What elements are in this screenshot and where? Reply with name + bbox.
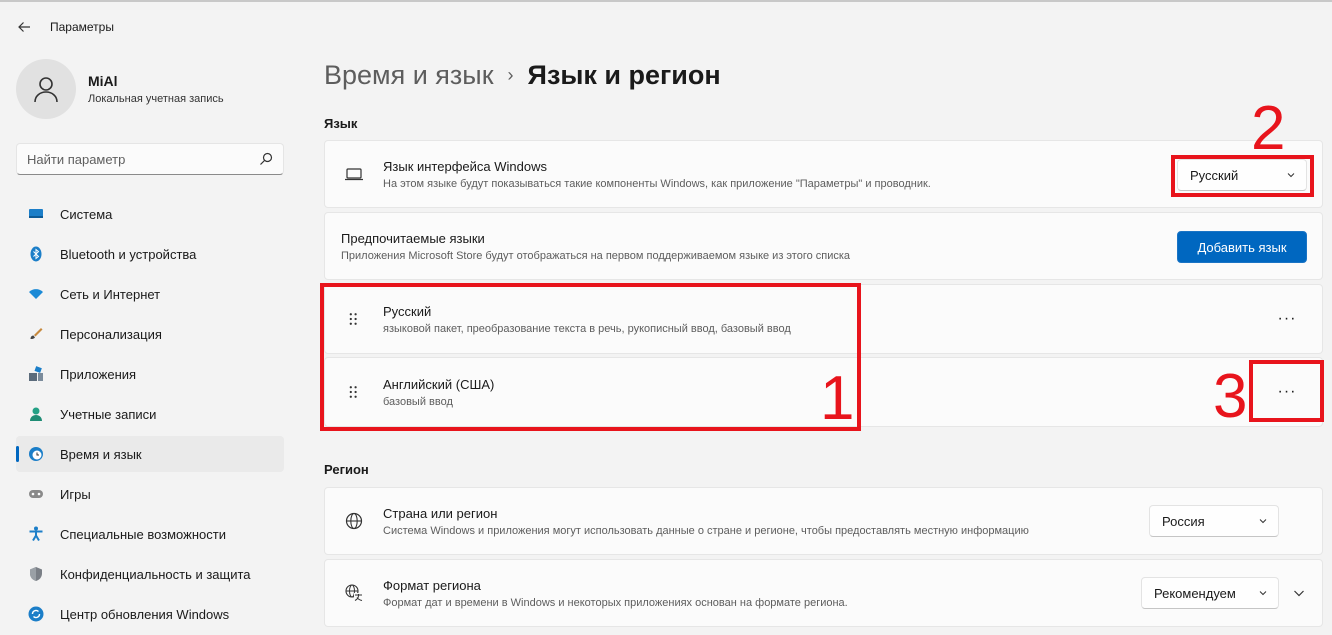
search-box	[16, 143, 284, 175]
display-language-subtitle: На этом языке будут показываться такие к…	[383, 177, 931, 190]
sidebar-item-label: Конфиденциальность и защита	[60, 566, 251, 582]
preferred-languages-title: Предпочитаемые языки	[341, 230, 485, 246]
more-options-button[interactable]: ···	[1271, 303, 1303, 335]
chevron-down-icon	[1259, 519, 1267, 524]
annotation-number-1: 1	[820, 364, 855, 433]
user-profile[interactable]: MiAl Локальная учетная запись	[16, 59, 224, 119]
sidebar-item-label: Приложения	[60, 366, 137, 382]
globe-clock-icon	[28, 446, 44, 462]
preferred-languages-subtitle: Приложения Microsoft Store будут отображ…	[341, 249, 851, 262]
avatar	[16, 59, 76, 119]
annotation-box-3	[1249, 360, 1324, 422]
apps-icon	[28, 366, 44, 382]
sidebar-item-personalization[interactable]: Персонализация	[16, 316, 284, 352]
globe-icon	[325, 511, 383, 531]
preferred-languages-card: Предпочитаемые языки Приложения Microsof…	[324, 212, 1323, 280]
country-region-title: Страна или регион	[383, 505, 498, 521]
chevron-right-icon: ›	[507, 65, 514, 85]
sidebar-item-network[interactable]: Сеть и Интернет	[16, 276, 284, 312]
annotation-number-3: 3	[1213, 362, 1248, 431]
title-bar: Параметры	[0, 12, 300, 42]
monitor-icon	[28, 206, 44, 222]
window-top-border	[0, 0, 1332, 2]
accessibility-icon	[28, 526, 44, 542]
chevron-down-icon	[1294, 590, 1304, 597]
profile-account-type: Локальная учетная запись	[88, 93, 224, 105]
shield-icon	[28, 566, 44, 582]
display-language-title: Язык интерфейса Windows	[383, 158, 547, 174]
annotation-number-2: 2	[1251, 94, 1286, 163]
sidebar-item-label: Учетные записи	[60, 406, 157, 422]
back-arrow-icon	[18, 22, 30, 32]
regional-format-title: Формат региона	[383, 577, 481, 593]
section-heading-region: Регион	[324, 462, 369, 477]
brush-icon	[28, 326, 44, 342]
chevron-down-icon	[1259, 591, 1267, 596]
search-input[interactable]	[27, 151, 259, 167]
laptop-icon	[325, 164, 383, 184]
regional-format-subtitle: Формат дат и времени в Windows и некотор…	[383, 596, 848, 609]
sidebar-item-apps[interactable]: Приложения	[16, 356, 284, 392]
sidebar-item-label: Время и язык	[60, 446, 142, 462]
update-icon	[28, 606, 44, 622]
language-format-icon	[325, 583, 383, 603]
country-region-subtitle: Система Windows и приложения могут испол…	[383, 524, 1029, 537]
sidebar-item-bluetooth[interactable]: Bluetooth и устройства	[16, 236, 284, 272]
sidebar-nav: Система Bluetooth и устройства Сеть и Ин…	[16, 196, 284, 635]
add-language-button[interactable]: Добавить язык	[1177, 231, 1307, 263]
sidebar-item-label: Система	[60, 206, 113, 222]
sidebar-item-system[interactable]: Система	[16, 196, 284, 232]
person-icon	[28, 406, 44, 422]
profile-name: MiAl	[88, 73, 118, 89]
sidebar-item-label: Персонализация	[60, 326, 162, 342]
expand-button[interactable]	[1283, 577, 1315, 609]
sidebar-item-privacy[interactable]: Конфиденциальность и защита	[16, 556, 284, 592]
sidebar-item-label: Центр обновления Windows	[60, 606, 230, 622]
back-button[interactable]	[0, 12, 48, 42]
breadcrumb-parent[interactable]: Время и язык	[324, 60, 494, 91]
sidebar-item-accounts[interactable]: Учетные записи	[16, 396, 284, 432]
page-title: Язык и регион	[527, 60, 721, 90]
sidebar-item-label: Специальные возможности	[60, 526, 226, 542]
user-icon	[34, 77, 58, 103]
regional-format-dropdown[interactable]: Рекомендуем	[1141, 577, 1279, 609]
app-title: Параметры	[50, 20, 114, 34]
sidebar-item-label: Bluetooth и устройства	[60, 246, 197, 262]
wifi-icon	[28, 286, 44, 302]
gamepad-icon	[28, 486, 44, 502]
search-icon[interactable]	[259, 152, 273, 166]
sidebar-item-gaming[interactable]: Игры	[16, 476, 284, 512]
sidebar-item-label: Игры	[60, 486, 91, 502]
sidebar-item-windows-update[interactable]: Центр обновления Windows	[16, 596, 284, 632]
annotation-box-1	[320, 283, 861, 431]
sidebar-item-time-language[interactable]: Время и язык	[16, 436, 284, 472]
breadcrumb: Время и язык › Язык и регион	[324, 60, 721, 91]
regional-format-value: Рекомендуем	[1154, 585, 1236, 601]
sidebar-item-accessibility[interactable]: Специальные возможности	[16, 516, 284, 552]
sidebar-item-label: Сеть и Интернет	[60, 286, 161, 302]
country-region-dropdown[interactable]: Россия	[1149, 505, 1279, 537]
country-region-value: Россия	[1162, 513, 1205, 529]
section-heading-language: Язык	[324, 116, 358, 131]
annotation-box-2	[1171, 155, 1314, 197]
bluetooth-icon	[28, 246, 44, 262]
